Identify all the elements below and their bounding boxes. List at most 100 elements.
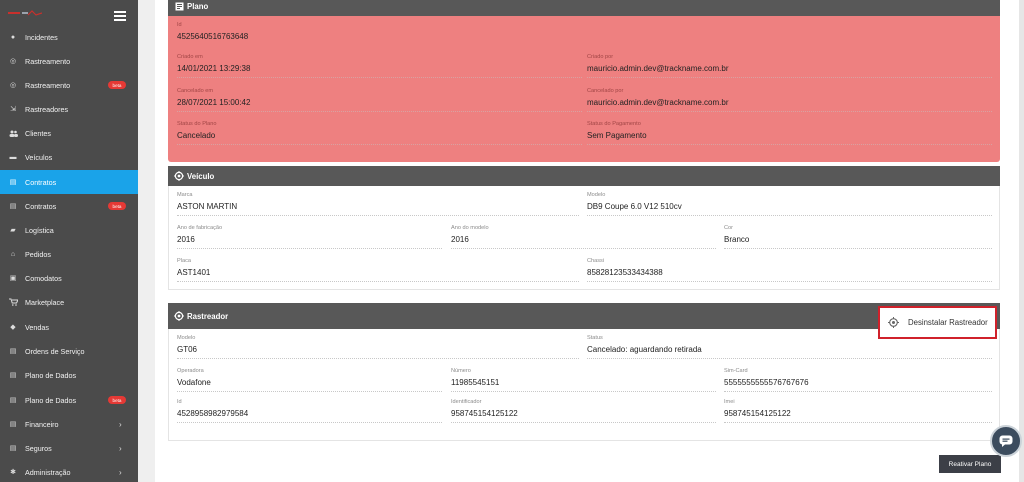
basket-icon: ⌂ xyxy=(10,250,16,258)
sidebar-item-pedidos[interactable]: ⌂ Pedidos xyxy=(0,242,138,266)
users-icon xyxy=(8,128,18,138)
sidebar-item-administracao[interactable]: ✱ Administração › xyxy=(0,460,138,482)
field-label: Imei xyxy=(724,399,735,405)
sidebar-item-incidentes[interactable]: ● Incidentes xyxy=(0,25,138,49)
sidebar-item-label: Rastreamento xyxy=(25,56,71,66)
target-icon: ◎ xyxy=(9,58,17,65)
box-icon: ▣ xyxy=(9,275,17,282)
field-label: Cancelado em xyxy=(177,88,214,94)
veiculo-chassi-field: Chassi 85828123533434388 xyxy=(587,258,992,282)
field-value: 5555555555576767676 xyxy=(724,378,809,387)
sidebar-item-comodatos[interactable]: ▣ Comodatos xyxy=(0,266,138,290)
sidebar-item-label: Logística xyxy=(25,225,54,235)
car-icon: ▬ xyxy=(9,153,17,161)
field-value: Sem Pagamento xyxy=(587,131,647,140)
field-value: Cancelado xyxy=(177,131,216,140)
field-label: Operadora xyxy=(177,368,204,374)
document-icon: ▤ xyxy=(9,179,17,186)
target-icon: ◎ xyxy=(9,82,17,89)
field-label: Identificador xyxy=(451,399,482,405)
money-icon: ▤ xyxy=(9,421,17,428)
sidebar-item-plano-de-dados[interactable]: ▤ Plano de Dados xyxy=(0,363,138,387)
field-label: Número xyxy=(451,368,471,374)
rastreador-title: Rastreador xyxy=(187,311,229,321)
sidebar-item-rastreadores[interactable]: ⇲ Rastreadores xyxy=(0,97,138,121)
beta-badge: beta xyxy=(108,396,126,404)
sidebar-item-rastreamento[interactable]: ◎ Rastreamento xyxy=(0,49,138,73)
sidebar-item-label: Comodatos xyxy=(25,273,62,283)
field-value: Cancelado: aguardando retirada xyxy=(587,345,702,354)
sidebar-item-financeiro[interactable]: ▤ Financeiro › xyxy=(0,412,138,436)
field-value: AST1401 xyxy=(177,268,211,277)
database-icon: ▤ xyxy=(9,397,17,404)
plano-header: Plano xyxy=(168,0,1000,16)
database-icon: ▤ xyxy=(9,372,17,379)
sidebar-item-logistica[interactable]: ▰ Logística xyxy=(0,218,138,242)
crosshair-icon xyxy=(174,171,184,181)
uninstall-tracker-label: Desinstalar Rastreador xyxy=(908,318,988,327)
document-icon: ▤ xyxy=(9,203,17,210)
veiculo-title: Veículo xyxy=(187,171,215,181)
shield-icon: ▤ xyxy=(9,445,17,452)
sidebar-item-label: Administração xyxy=(25,467,71,477)
sidebar-item-clientes[interactable]: Clientes xyxy=(0,121,138,145)
sidebar-item-contratos[interactable]: ▤ Contratos xyxy=(0,170,138,194)
field-label: Modelo xyxy=(177,335,196,341)
field-label: Id xyxy=(177,22,182,28)
scroll-track xyxy=(1019,0,1024,482)
field-value: GT06 xyxy=(177,345,198,354)
sidebar-item-seguros[interactable]: ▤ Seguros › xyxy=(0,436,138,460)
uninstall-tracker-button[interactable]: Desinstalar Rastreador xyxy=(878,306,997,339)
signin-icon: ⇲ xyxy=(10,106,16,113)
field-value: 2016 xyxy=(177,235,195,244)
field-value: 14/01/2021 13:29:38 xyxy=(177,64,251,73)
plano-details: Id 4525640516763648 Criado em 14/01/2021… xyxy=(168,16,1000,162)
field-label: Sim-Card xyxy=(724,368,748,374)
sidebar-item-veiculos[interactable]: ▬ Veículos xyxy=(0,145,138,169)
chevron-right-icon: › xyxy=(119,467,122,477)
sidebar-item-vendas[interactable]: ◆ Vendas xyxy=(0,315,138,339)
rastreador-panel: Rastreador Modelo GT06 Status Cancelado:… xyxy=(168,303,1000,441)
sidebar-item-contratos-beta[interactable]: ▤ Contratos beta xyxy=(0,194,138,218)
sidebar-item-label: Veículos xyxy=(25,152,53,162)
rastreador-identificador-field: Identificador 958745154125122 xyxy=(451,399,716,423)
field-label: Status do Pagamento xyxy=(587,121,641,127)
field-value: 4528958982979584 xyxy=(177,409,249,418)
plano-criado-por-field: Criado por mauricio.admin.dev@trackname.… xyxy=(587,54,992,78)
veiculo-placa-field: Placa AST1401 xyxy=(177,258,579,282)
sidebar-item-label: Plano de Dados xyxy=(25,395,77,405)
sidebar-item-marketplace[interactable]: Marketplace xyxy=(0,290,138,314)
list-icon: ▤ xyxy=(9,348,17,355)
sidebar-item-label: Rastreadores xyxy=(25,104,69,114)
rastreador-id-field: Id 4528958982979584 xyxy=(177,399,442,423)
tag-icon: ◆ xyxy=(10,324,16,331)
sidebar-item-label: Seguros xyxy=(25,443,52,453)
menu-toggle-icon[interactable] xyxy=(114,11,126,21)
chat-button[interactable] xyxy=(990,425,1022,457)
brand-logo-icon xyxy=(8,10,42,16)
veiculo-header: Veículo xyxy=(168,166,1000,186)
field-label: Chassi xyxy=(587,258,605,264)
field-label: Criado em xyxy=(177,54,203,60)
veiculo-panel: Veículo Marca ASTON MARTIN Modelo DB9 Co… xyxy=(168,166,1000,290)
sidebar-item-label: Rastreamento xyxy=(25,80,71,90)
sidebar-item-label: Clientes xyxy=(25,128,51,138)
rastreador-numero-field: Número 11985545151 xyxy=(451,368,716,392)
sidebar-item-label: Ordens de Serviço xyxy=(25,346,85,356)
plano-cancelado-por-field: Cancelado por mauricio.admin.dev@trackna… xyxy=(587,88,992,112)
field-label: Ano de fabricação xyxy=(177,225,223,231)
sidebar-item-plano-de-dados-beta[interactable]: ▤ Plano de Dados beta xyxy=(0,388,138,412)
field-label: Criado por xyxy=(587,54,614,60)
field-value: 2016 xyxy=(451,235,469,244)
veiculo-ano-modelo-field: Ano do modelo 2016 xyxy=(451,225,716,249)
reactivate-plan-button[interactable]: Reativar Plano xyxy=(939,455,1001,473)
sidebar-item-rastreamento-beta[interactable]: ◎ Rastreamento beta xyxy=(0,73,138,97)
cart-icon xyxy=(8,297,18,307)
field-label: Placa xyxy=(177,258,191,264)
field-label: Status do Plano xyxy=(177,121,217,127)
field-value: 958745154125122 xyxy=(451,409,518,418)
sidebar-item-label: Marketplace xyxy=(25,297,65,307)
rastreador-header: Rastreador xyxy=(168,303,1000,329)
field-value: 11985545151 xyxy=(451,378,500,387)
sidebar-item-ordens-de-servico[interactable]: ▤ Ordens de Serviço xyxy=(0,339,138,363)
